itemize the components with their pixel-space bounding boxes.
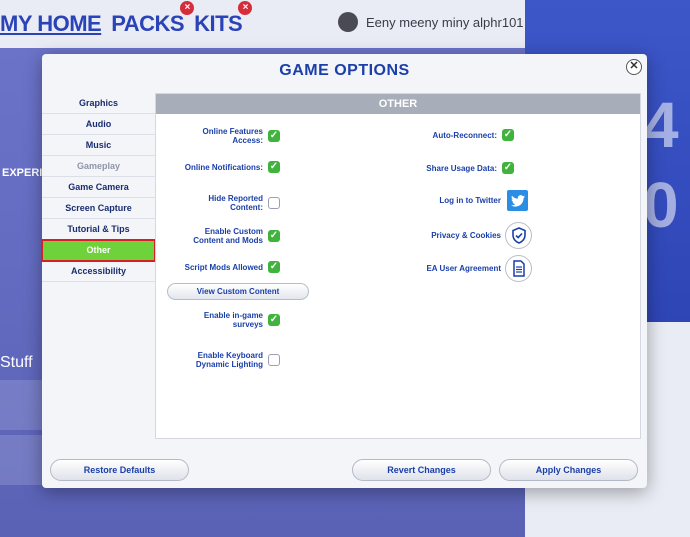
option-label: EA User Agreement (426, 264, 501, 273)
option-label: Hide Reported Content: (208, 194, 263, 212)
option-auto-reconnect: Auto-Reconnect: ✓ (433, 129, 514, 141)
dialog-title: GAME OPTIONS (279, 62, 410, 79)
option-ea-user-agreement[interactable]: EA User Agreement (426, 255, 532, 282)
option-label: Online Features Access: (202, 127, 263, 145)
document-icon[interactable] (505, 255, 532, 282)
sidebar-item-graphics[interactable]: Graphics (42, 93, 155, 114)
option-privacy-cookies[interactable]: Privacy & Cookies (431, 222, 532, 249)
option-hide-reported: Hide Reported Content: (208, 194, 280, 212)
keyboard-lighting-checkbox[interactable] (268, 354, 280, 366)
option-online-features: Online Features Access: ✓ (203, 127, 280, 145)
custom-content-checkbox[interactable]: ✓ (268, 230, 280, 242)
sidebar-item-screen-capture[interactable]: Screen Capture (42, 198, 155, 219)
surveys-checkbox[interactable]: ✓ (268, 314, 280, 326)
option-enable-custom-content: Enable Custom Content and Mods ✓ (193, 227, 280, 245)
option-label: Script Mods Allowed (184, 262, 263, 272)
tab-packs-label: PACKS (111, 11, 185, 36)
tab-packs[interactable]: PACKS × (111, 1, 195, 37)
option-in-game-surveys: Enable in-game surveys ✓ (204, 311, 280, 329)
options-sidebar: Graphics Audio Music Gameplay Game Camer… (41, 93, 156, 282)
shield-check-icon[interactable] (505, 222, 532, 249)
background-tile (0, 380, 42, 430)
option-online-notifications: Online Notifications: ✓ (185, 161, 280, 173)
notification-badge: × (238, 1, 253, 15)
option-label: Enable Custom Content and Mods (193, 227, 263, 245)
notification-badge: × (180, 1, 195, 15)
tab-my-home[interactable]: MY HOME (0, 11, 102, 37)
background-digit: 4 (643, 89, 679, 161)
tab-kits-label: KITS (194, 11, 243, 36)
sidebar-item-gameplay[interactable]: Gameplay (42, 156, 155, 177)
option-label: Enable in-game surveys (203, 311, 263, 329)
tab-kits[interactable]: KITS × (194, 1, 253, 37)
user-name: Eeny meeny miny alphr101 (366, 14, 524, 30)
online-notifications-checkbox[interactable]: ✓ (268, 161, 280, 173)
auto-reconnect-checkbox[interactable]: ✓ (502, 129, 514, 141)
background-promo-label: EXPERI (2, 167, 43, 179)
view-custom-content-button[interactable]: View Custom Content (167, 283, 309, 300)
online-features-checkbox[interactable]: ✓ (268, 130, 280, 142)
option-label: Online Notifications: (184, 162, 263, 172)
sidebar-item-accessibility[interactable]: Accessibility (42, 261, 155, 282)
background-digit: 0 (643, 169, 679, 241)
script-mods-checkbox[interactable]: ✓ (268, 261, 280, 273)
section-header: OTHER (156, 94, 640, 114)
option-twitter-login[interactable]: Log in to Twitter (439, 190, 528, 211)
background-tile (0, 435, 42, 485)
option-keyboard-lighting: Enable Keyboard Dynamic Lighting (196, 351, 280, 369)
game-options-dialog: GAME OPTIONS ✕ Graphics Audio Music Game… (41, 54, 647, 488)
apply-changes-button[interactable]: Apply Changes (499, 459, 638, 481)
revert-changes-button[interactable]: Revert Changes (352, 459, 491, 481)
sidebar-item-audio[interactable]: Audio (42, 114, 155, 135)
background-stuff-label: Stuff (0, 354, 33, 371)
user-profile[interactable]: Eeny meeny miny alphr101 (338, 12, 524, 32)
option-script-mods: Script Mods Allowed ✓ (185, 261, 280, 273)
sidebar-item-other[interactable]: Other (41, 239, 156, 262)
sidebar-item-tutorial-tips[interactable]: Tutorial & Tips (42, 219, 155, 240)
options-content-panel: OTHER Online Features Access: ✓ Online N… (155, 93, 641, 439)
share-usage-checkbox[interactable]: ✓ (502, 162, 514, 174)
sidebar-item-game-camera[interactable]: Game Camera (42, 177, 155, 198)
option-label: Enable Keyboard Dynamic Lighting (195, 351, 263, 369)
close-button[interactable]: ✕ (626, 59, 642, 75)
sidebar-item-music[interactable]: Music (42, 135, 155, 156)
option-share-usage: Share Usage Data: ✓ (426, 162, 514, 174)
option-label: Share Usage Data: (426, 163, 497, 173)
option-label: Log in to Twitter (439, 196, 501, 205)
option-label: Auto-Reconnect: (432, 130, 497, 140)
hide-reported-checkbox[interactable] (268, 197, 280, 209)
restore-defaults-button[interactable]: Restore Defaults (50, 459, 189, 481)
option-label: Privacy & Cookies (431, 231, 501, 240)
avatar (338, 12, 358, 32)
twitter-bird-icon[interactable] (507, 190, 528, 211)
